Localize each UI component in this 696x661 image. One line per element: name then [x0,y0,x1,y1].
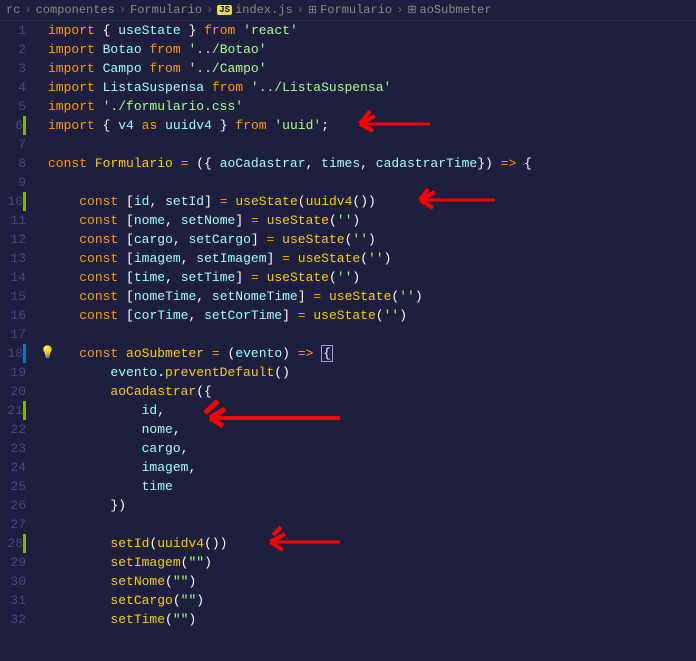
breadcrumb-item[interactable]: rc [6,3,20,17]
code-line[interactable]: const [imagem, setImagem] = useState('') [48,249,696,268]
code-editor[interactable]: 123456789101112131415161718💡192021222324… [0,21,696,629]
line-number: 20 [0,382,26,401]
code-line[interactable]: import './formulario.css' [48,97,696,116]
line-number: 15 [0,287,26,306]
code-line[interactable]: setId(uuidv4()) [48,534,696,553]
line-number: 3 [0,59,26,78]
line-number: 13 [0,249,26,268]
breadcrumb-item-symbol[interactable]: ⊞Formulario [308,3,392,17]
code-line[interactable]: import ListaSuspensa from '../ListaSuspe… [48,78,696,97]
line-number: 12 [0,230,26,249]
chevron-right-icon: › [206,3,213,17]
code-line[interactable]: setCargo("") [48,591,696,610]
code-line[interactable] [48,325,696,344]
code-line[interactable] [48,173,696,192]
breadcrumb-item-symbol[interactable]: ⊞aoSubmeter [407,3,491,17]
line-number: 18💡 [0,344,26,363]
line-number: 5 [0,97,26,116]
chevron-right-icon: › [119,3,126,17]
line-number-gutter: 123456789101112131415161718💡192021222324… [0,21,40,629]
breadcrumb-item[interactable]: Formulario [130,3,202,17]
breadcrumbs: rc › componentes › Formulario › JSindex.… [0,0,696,21]
line-number: 17 [0,325,26,344]
line-number: 6 [0,116,26,135]
line-number: 16 [0,306,26,325]
line-number: 27 [0,515,26,534]
line-number: 25 [0,477,26,496]
code-line[interactable]: nome, [48,420,696,439]
code-line[interactable]: import { v4 as uuidv4 } from 'uuid'; [48,116,696,135]
code-line[interactable]: imagem, [48,458,696,477]
line-number: 21 [0,401,26,420]
breadcrumb-item[interactable]: componentes [36,3,115,17]
line-number: 9 [0,173,26,192]
code-line[interactable]: time [48,477,696,496]
code-line[interactable]: const [id, setId] = useState(uuidv4()) [48,192,696,211]
line-number: 29 [0,553,26,572]
line-number: 32 [0,610,26,629]
code-line[interactable]: const [cargo, setCargo] = useState('') [48,230,696,249]
code-line[interactable]: import Campo from '../Campo' [48,59,696,78]
js-file-icon: JS [217,5,232,15]
code-line[interactable] [48,515,696,534]
code-line[interactable]: const [nomeTime, setNomeTime] = useState… [48,287,696,306]
code-line[interactable]: }) [48,496,696,515]
variable-icon: ⊞ [407,3,416,17]
variable-icon: ⊞ [308,3,317,17]
line-number: 8 [0,154,26,173]
code-line[interactable]: setTime("") [48,610,696,629]
code-line[interactable]: const [corTime, setCorTime] = useState('… [48,306,696,325]
code-line[interactable] [48,135,696,154]
code-line[interactable]: const [time, setTime] = useState('') [48,268,696,287]
line-number: 26 [0,496,26,515]
line-number: 1 [0,21,26,40]
line-number: 10 [0,192,26,211]
code-line[interactable]: cargo, [48,439,696,458]
line-number: 14 [0,268,26,287]
chevron-right-icon: › [396,3,403,17]
line-number: 11 [0,211,26,230]
code-line[interactable]: const aoSubmeter = (evento) => { [48,344,696,363]
code-line[interactable]: const Formulario = ({ aoCadastrar, times… [48,154,696,173]
code-line[interactable]: setImagem("") [48,553,696,572]
chevron-right-icon: › [297,3,304,17]
line-number: 7 [0,135,26,154]
line-number: 30 [0,572,26,591]
code-line[interactable]: evento.preventDefault() [48,363,696,382]
line-number: 19 [0,363,26,382]
code-line[interactable]: const [nome, setNome] = useState('') [48,211,696,230]
code-line[interactable]: aoCadastrar({ [48,382,696,401]
code-line[interactable]: setNome("") [48,572,696,591]
code-line[interactable]: import { useState } from 'react' [48,21,696,40]
line-number: 2 [0,40,26,59]
chevron-right-icon: › [24,3,31,17]
code-content[interactable]: import { useState } from 'react'import B… [40,21,696,629]
line-number: 28 [0,534,26,553]
line-number: 4 [0,78,26,97]
code-line[interactable]: id, [48,401,696,420]
lightbulb-icon[interactable]: 💡 [40,344,55,363]
breadcrumb-item-file[interactable]: JSindex.js [217,3,292,17]
line-number: 24 [0,458,26,477]
line-number: 31 [0,591,26,610]
line-number: 23 [0,439,26,458]
code-line[interactable]: import Botao from '../Botao' [48,40,696,59]
line-number: 22 [0,420,26,439]
